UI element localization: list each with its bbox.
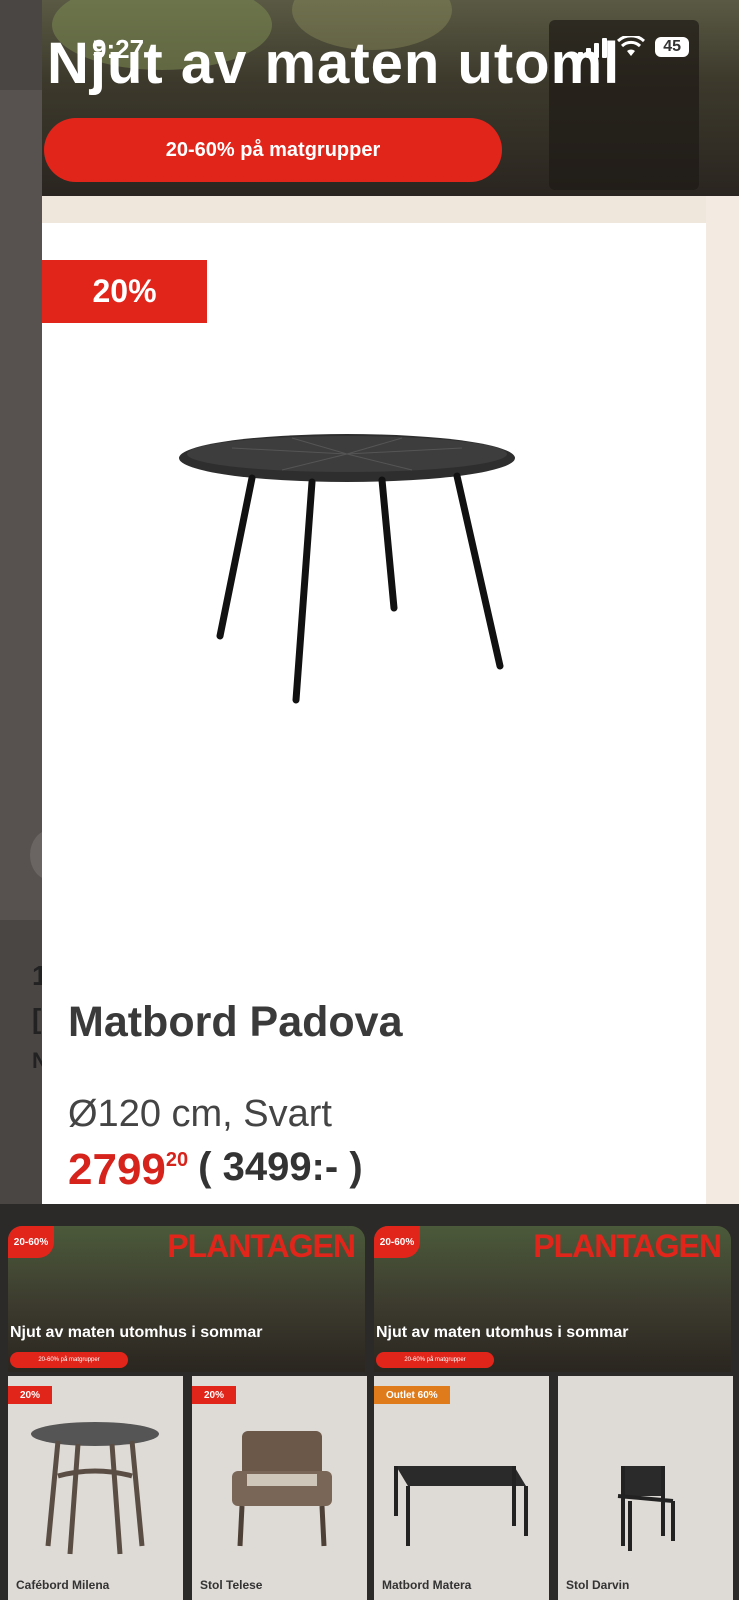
product-tile[interactable]: 20% Stol Telese [192,1376,367,1600]
next-card-edge [706,196,739,1204]
background-text: [ [32,1003,42,1034]
product-card: 20% Matbord Padova Ø120 cm, Svart 2799 2… [42,223,706,1204]
tile-discount-badge: Outlet 60% [374,1386,450,1404]
product-price: 2799 20 ( 3499:- ) [68,1145,363,1195]
chair-image [617,1466,675,1551]
dining-table-image [394,1466,528,1546]
battery-icon: 45 [655,37,689,57]
product-spec: Ø120 cm, Svart [68,1093,332,1135]
tile-headline: Njut av maten utomhus i sommar [10,1324,263,1341]
tile-badge: 20-60% [374,1226,420,1258]
zoomed-image-viewer[interactable]: Njut av maten utoml 20-60% på matgrupper… [42,0,739,1204]
tile-discount-badge: 20% [192,1386,237,1404]
product-name: Matbord Padova [68,998,403,1046]
brand-logo: PLANTAGEN [167,1228,356,1264]
signal-icon [578,36,608,58]
price-main: 2799 [68,1145,166,1194]
product-tile[interactable]: Outlet 60% Matbord Matera [374,1376,549,1600]
thumbnail-grid: 20-60% PLANTAGEN Njut av maten utomhus i… [0,1204,739,1600]
tile-badge: 20-60% [8,1226,54,1258]
promo-pill: 20-60% på matgrupper [44,118,502,182]
price-old: ( 3499:- ) [198,1145,363,1189]
status-bar: 9:27 45 [0,28,739,68]
armchair-image [232,1431,332,1547]
promo-tile[interactable]: 20-60% PLANTAGEN Njut av maten utomhus i… [8,1226,365,1372]
discount-badge: 20% [42,260,207,323]
tile-product-name: Matbord Matera [382,1578,472,1592]
status-time: 9:27 [92,34,145,64]
price-cents: 20 [165,1149,189,1171]
brand-logo: PLANTAGEN [533,1228,722,1264]
tile-pill: 20-60% på matgrupper [10,1352,128,1368]
cafe-table-image [31,1422,159,1555]
promo-tile[interactable]: 20-60% PLANTAGEN Njut av maten utomhus i… [374,1226,731,1372]
product-tile[interactable]: Stol Darvin [558,1376,733,1600]
tile-headline: Njut av maten utomhus i sommar [376,1324,629,1341]
tile-pill: 20-60% på matgrupper [376,1352,494,1368]
tile-product-name: Stol Darvin [566,1578,630,1592]
wifi-icon [617,36,646,56]
background-panel [0,90,42,920]
table-image [179,434,515,704]
tile-discount-badge: 20% [8,1386,53,1404]
tile-product-name: Cafébord Milena [16,1578,110,1592]
status-icons: 45 [578,36,689,58]
product-tile[interactable]: 20% Cafébord Milena [8,1376,183,1600]
tile-product-name: Stol Telese [200,1578,263,1592]
